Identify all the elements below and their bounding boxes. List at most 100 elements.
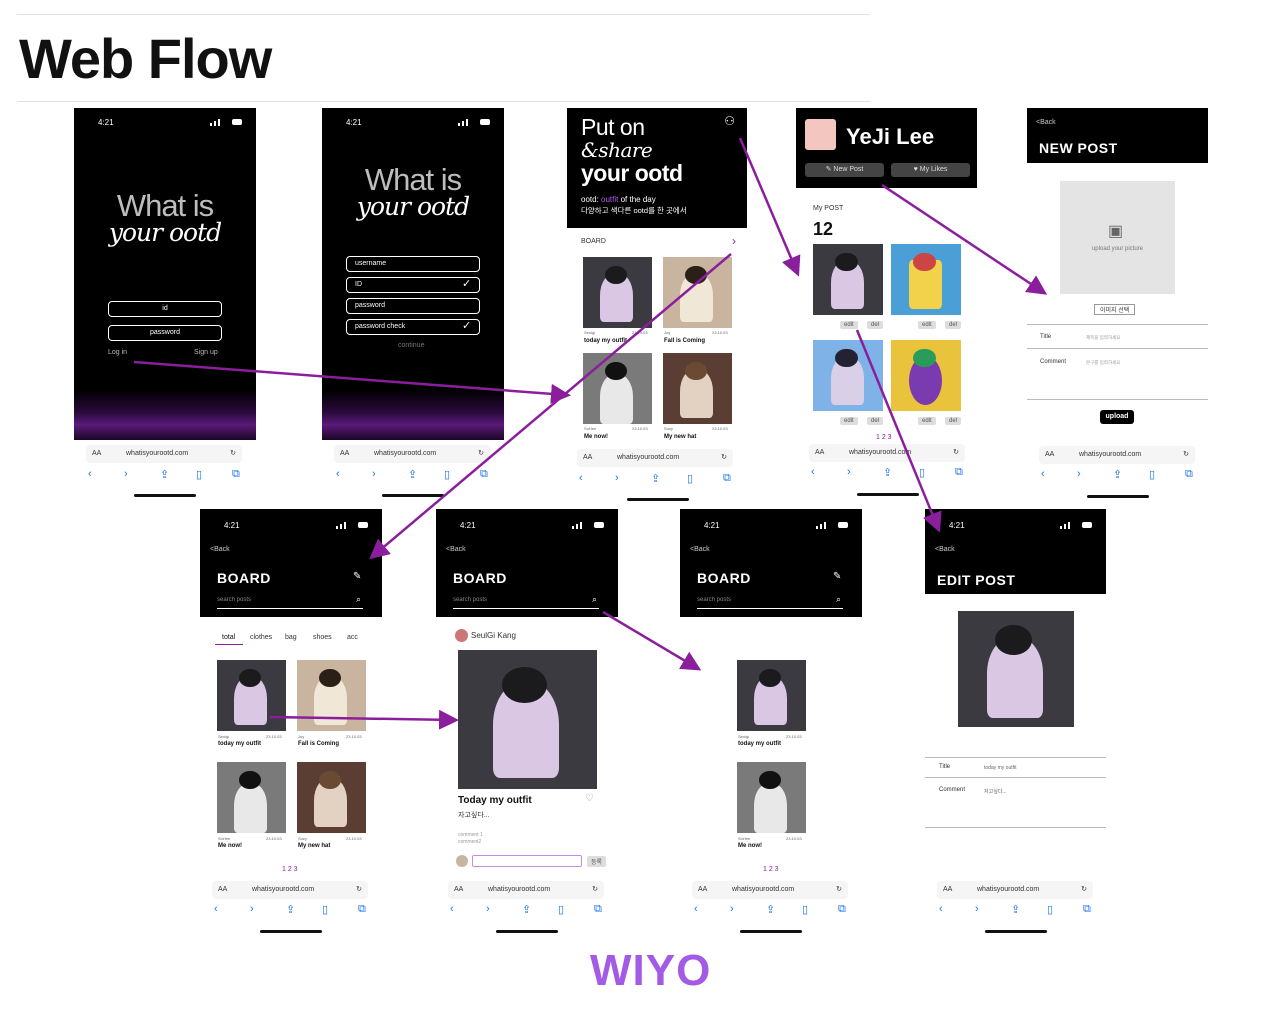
- select-image-button[interactable]: 이미지 선택: [1094, 304, 1136, 315]
- bookmarks-icon[interactable]: ▯: [802, 903, 808, 916]
- upload-area[interactable]: ▣ upload your picture: [1060, 181, 1175, 294]
- share-icon[interactable]: ⇪: [522, 903, 531, 916]
- signup-link[interactable]: Sign up: [194, 349, 218, 356]
- search-input[interactable]: search posts ⌕: [453, 594, 599, 609]
- tabs-icon[interactable]: ⧉: [1185, 468, 1193, 481]
- post-title[interactable]: Me now!: [218, 843, 242, 849]
- browser-address-bar[interactable]: AA whatisyourootd.com ↻: [334, 445, 490, 463]
- id-field[interactable]: id: [108, 301, 222, 317]
- reload-icon[interactable]: ↻: [953, 444, 959, 462]
- forward-icon[interactable]: ›: [124, 468, 128, 480]
- search-icon[interactable]: ⌕: [356, 594, 361, 605]
- share-icon[interactable]: ⇪: [1011, 903, 1020, 916]
- post-title[interactable]: Fall is Coming: [298, 741, 339, 747]
- post-photo[interactable]: [813, 340, 883, 411]
- back-link[interactable]: <Back: [1036, 119, 1056, 126]
- forward-icon[interactable]: ›: [847, 466, 851, 478]
- comment-submit-button[interactable]: 등록: [587, 856, 607, 867]
- edit-button[interactable]: edit: [918, 417, 936, 425]
- search-icon[interactable]: ⌕: [836, 594, 841, 605]
- post-title[interactable]: Fall is Coming: [664, 338, 705, 344]
- tab-bag[interactable]: bag: [285, 634, 297, 641]
- post-photo[interactable]: [891, 340, 961, 411]
- post-photo[interactable]: [737, 660, 806, 731]
- tabs-icon[interactable]: ⧉: [955, 466, 963, 479]
- browser-address-bar[interactable]: AA whatisyourootd.com ↻: [212, 881, 368, 899]
- back-icon[interactable]: ‹: [88, 468, 92, 480]
- back-link[interactable]: <Back: [690, 546, 710, 553]
- bookmarks-icon[interactable]: ▯: [196, 468, 202, 481]
- text-size-button[interactable]: AA: [218, 881, 227, 899]
- text-size-button[interactable]: AA: [92, 445, 101, 463]
- search-input[interactable]: search posts ⌕: [697, 594, 843, 609]
- browser-address-bar[interactable]: AA whatisyourootd.com ↻: [448, 881, 604, 899]
- id-field[interactable]: ID: [346, 277, 480, 293]
- tabs-icon[interactable]: ⧉: [358, 903, 366, 916]
- forward-icon[interactable]: ›: [1077, 468, 1081, 480]
- back-link[interactable]: <Back: [210, 546, 230, 553]
- comment-input[interactable]: 자고싶다...: [984, 788, 1007, 795]
- login-link[interactable]: Log in: [108, 349, 127, 356]
- text-size-button[interactable]: AA: [583, 449, 592, 467]
- bookmarks-icon[interactable]: ▯: [558, 903, 564, 916]
- post-photo[interactable]: [813, 244, 883, 315]
- comment-input[interactable]: 본구를 입력하세요: [1086, 360, 1120, 366]
- back-icon[interactable]: ‹: [579, 472, 583, 484]
- search-icon[interactable]: ⌕: [592, 594, 597, 605]
- back-icon[interactable]: ‹: [939, 903, 943, 915]
- post-title[interactable]: Me now!: [738, 843, 762, 849]
- comment-input[interactable]: [472, 855, 582, 867]
- back-icon[interactable]: ‹: [1041, 468, 1045, 480]
- share-icon[interactable]: ⇪: [408, 468, 417, 481]
- share-icon[interactable]: ⇪: [160, 468, 169, 481]
- password-field[interactable]: password: [108, 325, 222, 341]
- post-title[interactable]: today my outfit: [584, 338, 627, 344]
- continue-button[interactable]: continue: [398, 342, 424, 349]
- text-size-button[interactable]: AA: [698, 881, 707, 899]
- post-title[interactable]: My new hat: [298, 843, 330, 849]
- tabs-icon[interactable]: ⧉: [232, 468, 240, 481]
- tabs-icon[interactable]: ⧉: [594, 903, 602, 916]
- edit-button[interactable]: edit: [918, 321, 936, 329]
- password-check-field[interactable]: password check: [346, 319, 480, 335]
- pagination[interactable]: 1 2 3: [876, 434, 892, 441]
- back-icon[interactable]: ‹: [336, 468, 340, 480]
- forward-icon[interactable]: ›: [372, 468, 376, 480]
- text-size-button[interactable]: AA: [943, 881, 952, 899]
- edit-button[interactable]: edit: [840, 321, 858, 329]
- tab-acc[interactable]: acc: [347, 634, 358, 641]
- browser-address-bar[interactable]: AA whatisyourootd.com ↻: [937, 881, 1093, 899]
- share-icon[interactable]: ⇪: [286, 903, 295, 916]
- tabs-icon[interactable]: ⧉: [480, 468, 488, 481]
- delete-button[interactable]: del: [867, 321, 884, 329]
- bookmarks-icon[interactable]: ▯: [687, 472, 693, 485]
- share-icon[interactable]: ⇪: [651, 472, 660, 485]
- tab-shoes[interactable]: shoes: [313, 634, 332, 641]
- post-photo[interactable]: [663, 257, 732, 328]
- text-size-button[interactable]: AA: [454, 881, 463, 899]
- edit-button[interactable]: edit: [840, 417, 858, 425]
- browser-address-bar[interactable]: AA whatisyourootd.com ↻: [692, 881, 848, 899]
- board-more-icon[interactable]: ›: [732, 234, 736, 248]
- delete-button[interactable]: del: [945, 417, 962, 425]
- tabs-icon[interactable]: ⧉: [1083, 903, 1091, 916]
- post-photo[interactable]: [737, 762, 806, 833]
- post-title[interactable]: today my outfit: [218, 741, 261, 747]
- browser-address-bar[interactable]: AA whatisyourootd.com ↻: [86, 445, 242, 463]
- share-icon[interactable]: ⇪: [766, 903, 775, 916]
- write-icon[interactable]: ✎: [353, 571, 361, 582]
- post-main-photo[interactable]: [958, 611, 1074, 727]
- back-icon[interactable]: ‹: [694, 903, 698, 915]
- share-icon[interactable]: ⇪: [1113, 468, 1122, 481]
- text-size-button[interactable]: AA: [815, 444, 824, 462]
- forward-icon[interactable]: ›: [615, 472, 619, 484]
- new-post-button[interactable]: ✎ New Post: [805, 163, 884, 177]
- delete-button[interactable]: del: [945, 321, 962, 329]
- reload-icon[interactable]: ↻: [721, 449, 727, 467]
- text-size-button[interactable]: AA: [340, 445, 349, 463]
- pagination[interactable]: 1 2 3: [282, 866, 298, 873]
- title-input[interactable]: today my outfit: [984, 765, 1017, 771]
- tab-total[interactable]: total: [222, 634, 235, 641]
- reload-icon[interactable]: ↻: [1081, 881, 1087, 899]
- reload-icon[interactable]: ↻: [836, 881, 842, 899]
